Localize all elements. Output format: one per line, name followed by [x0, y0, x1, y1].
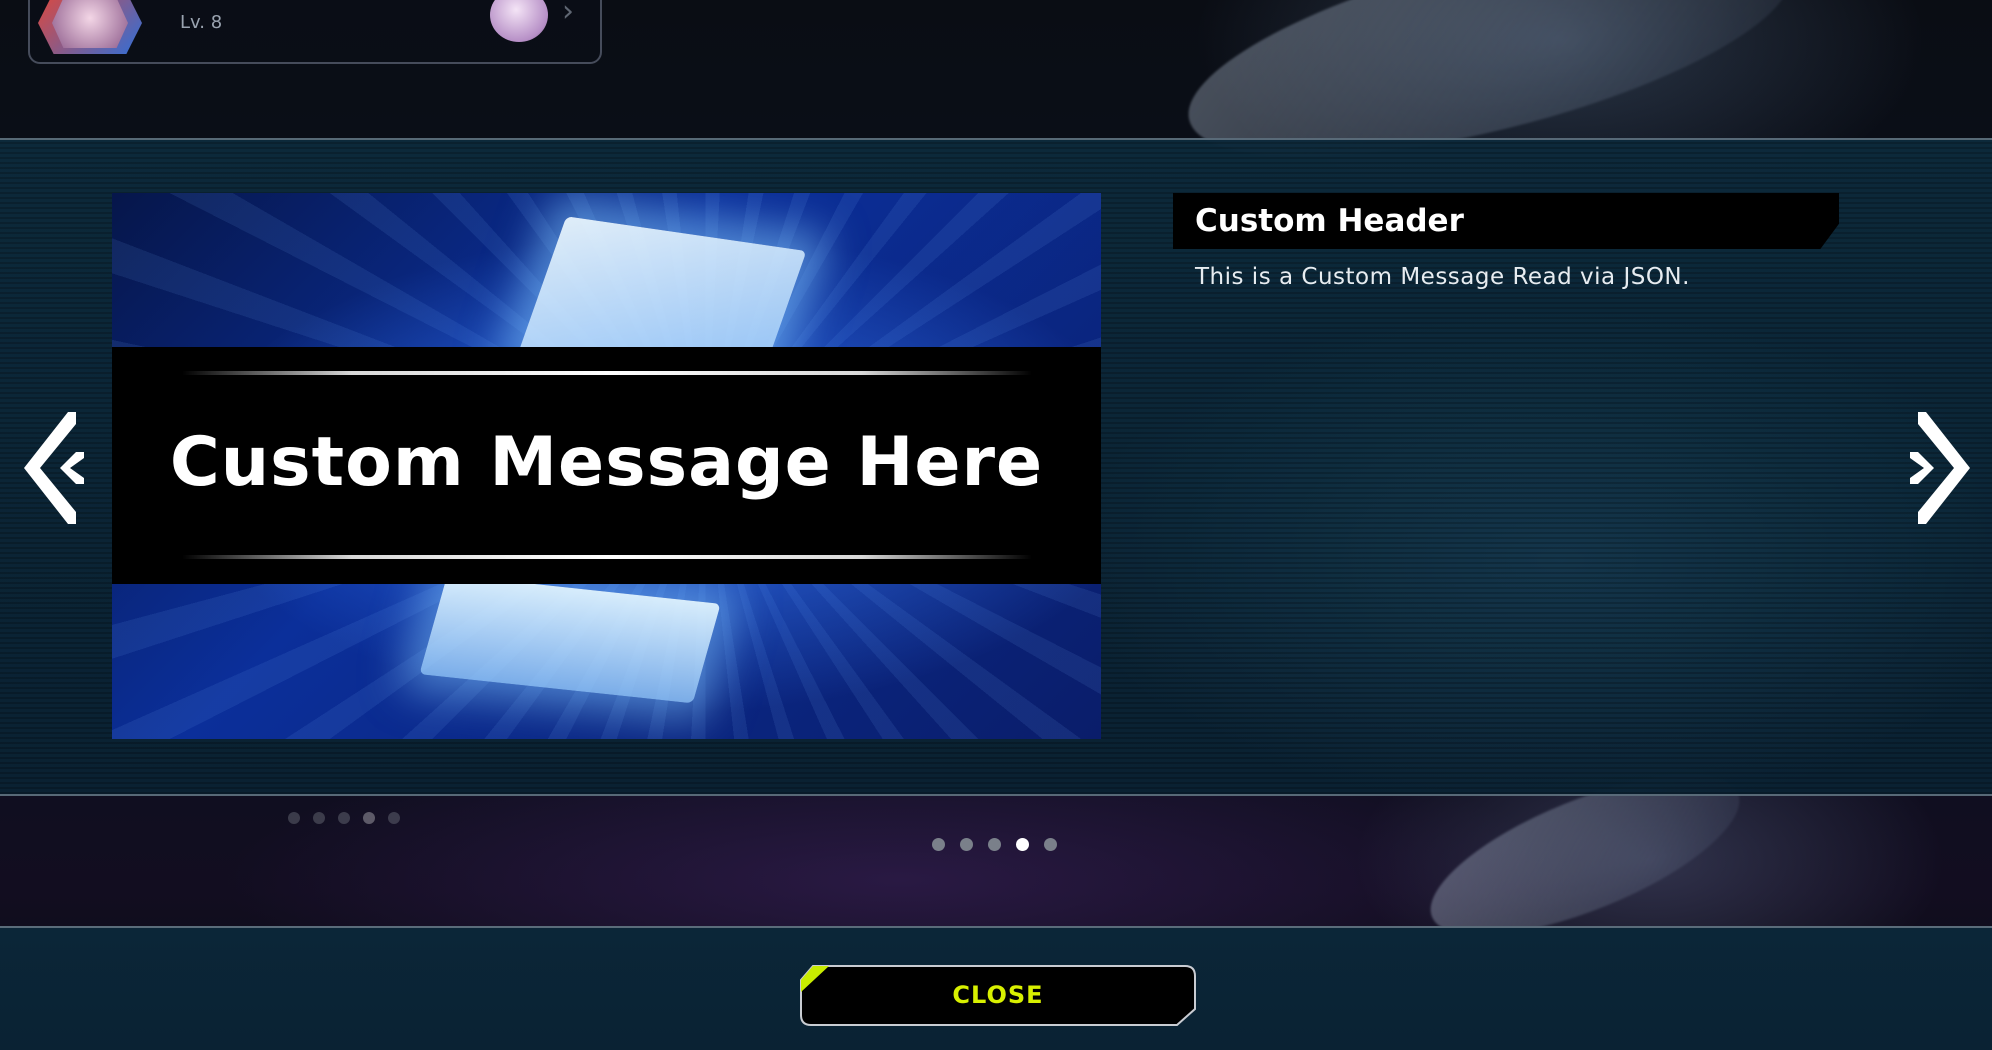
page-dot[interactable] — [960, 838, 973, 851]
next-page-button[interactable] — [1906, 408, 1976, 528]
page-dot[interactable] — [988, 838, 1001, 851]
player-rank-label: Lv. 8 — [180, 12, 223, 33]
previous-page-button[interactable] — [18, 408, 88, 528]
page-dot[interactable] — [932, 838, 945, 851]
close-button-label: CLOSE — [952, 981, 1044, 1009]
close-button[interactable]: CLOSE — [799, 964, 1197, 1027]
background-pager — [288, 812, 400, 824]
strip-divider — [182, 555, 1032, 559]
chevron-double-right-icon — [1910, 412, 1970, 524]
chevron-double-left-icon — [24, 412, 84, 524]
info-message: This is a Custom Message Read via JSON. — [1195, 264, 1690, 290]
banner-title: Custom Message Here — [169, 423, 1044, 502]
page-indicator — [932, 838, 1057, 852]
info-header-title: Custom Header — [1195, 203, 1464, 239]
player-card[interactable]: Lv. 8 › — [28, 0, 602, 64]
news-banner: Custom Message Here — [112, 193, 1101, 739]
player-badge — [490, 0, 548, 42]
player-avatar-frame — [38, 0, 142, 54]
strip-divider — [182, 371, 1032, 375]
page-dot[interactable] — [1044, 838, 1057, 851]
page-dot[interactable] — [1016, 838, 1029, 851]
info-header: Custom Header — [1173, 193, 1839, 249]
banner-glowing-card — [419, 574, 721, 704]
banner-message-strip: Custom Message Here — [112, 347, 1101, 584]
chevron-right-icon[interactable]: › — [562, 0, 574, 29]
avatar — [52, 0, 128, 48]
